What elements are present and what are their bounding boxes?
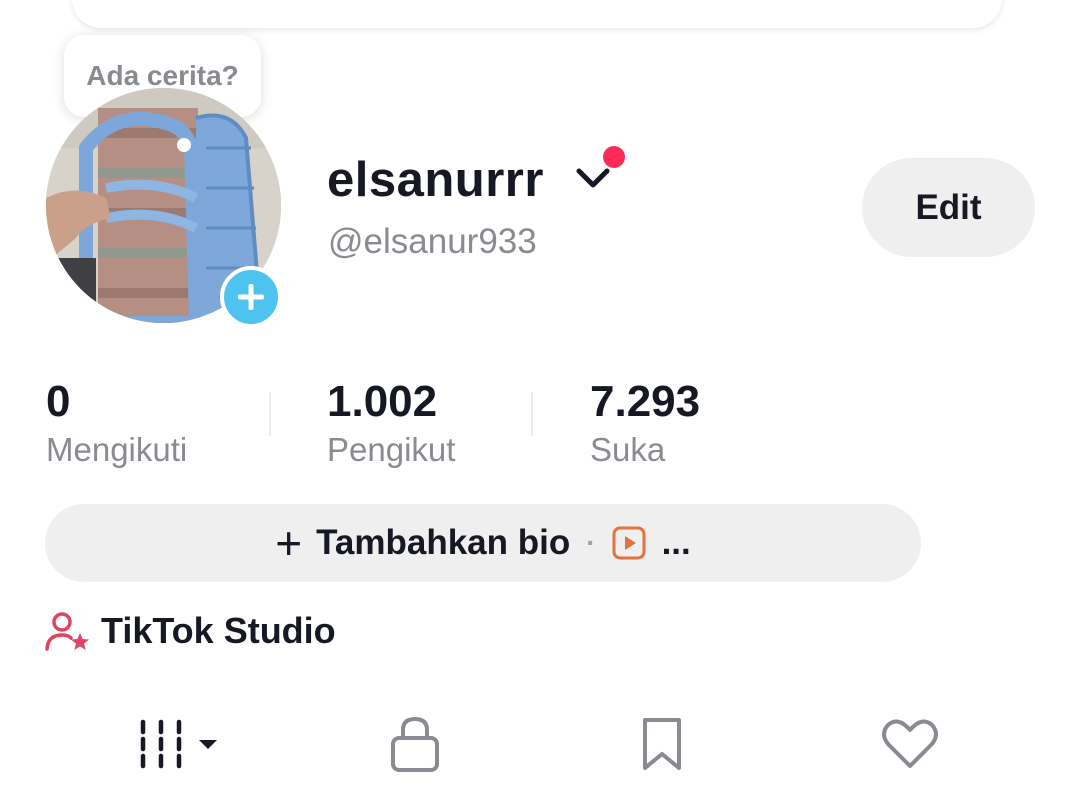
- stat-divider: [269, 392, 271, 436]
- chevron-down-icon[interactable]: [575, 165, 611, 191]
- heart-icon: [882, 719, 938, 768]
- stat-likes-value: 7.293: [590, 377, 701, 426]
- stat-followers-label: Pengikut: [327, 431, 456, 468]
- tab-saved[interactable]: [617, 706, 707, 782]
- add-bio-label: Tambahkan bio: [316, 523, 571, 562]
- bookmark-icon: [643, 718, 681, 770]
- tab-liked[interactable]: [865, 706, 955, 782]
- stat-divider: [531, 392, 533, 436]
- plus-icon: [238, 284, 264, 310]
- plus-icon: +: [275, 517, 303, 569]
- more-ellipsis: ...: [661, 523, 691, 562]
- separator-dot: ·: [586, 527, 596, 558]
- stat-followers-value: 1.002: [327, 377, 438, 426]
- add-bio-button[interactable]: + Tambahkan bio · ...: [45, 504, 921, 582]
- grid-icon: [140, 719, 217, 769]
- edit-profile-button[interactable]: Edit: [862, 158, 1035, 257]
- lock-icon: [391, 716, 439, 772]
- add-story-button[interactable]: [220, 266, 282, 328]
- avatar-indicator-dot: [177, 138, 191, 152]
- stat-following-label: Mengikuti: [46, 431, 188, 468]
- stat-likes[interactable]: 7.293 Suka: [590, 377, 700, 469]
- tab-videos[interactable]: [133, 706, 223, 782]
- stat-following[interactable]: 0 Mengikuti: [46, 377, 187, 469]
- stat-followers[interactable]: 1.002 Pengikut: [327, 377, 455, 469]
- username[interactable]: elsanurrr: [327, 152, 544, 208]
- notification-dot: [603, 146, 625, 168]
- search-bar-edge: [72, 0, 1002, 28]
- tiktok-studio-link[interactable]: TikTok Studio: [101, 610, 336, 652]
- stat-following-value: 0: [46, 377, 71, 426]
- user-handle: @elsanur933: [328, 222, 537, 261]
- video-play-icon: [612, 526, 646, 560]
- tab-private[interactable]: [370, 706, 460, 782]
- creator-star-icon: [45, 612, 89, 651]
- stat-likes-label: Suka: [590, 431, 666, 468]
